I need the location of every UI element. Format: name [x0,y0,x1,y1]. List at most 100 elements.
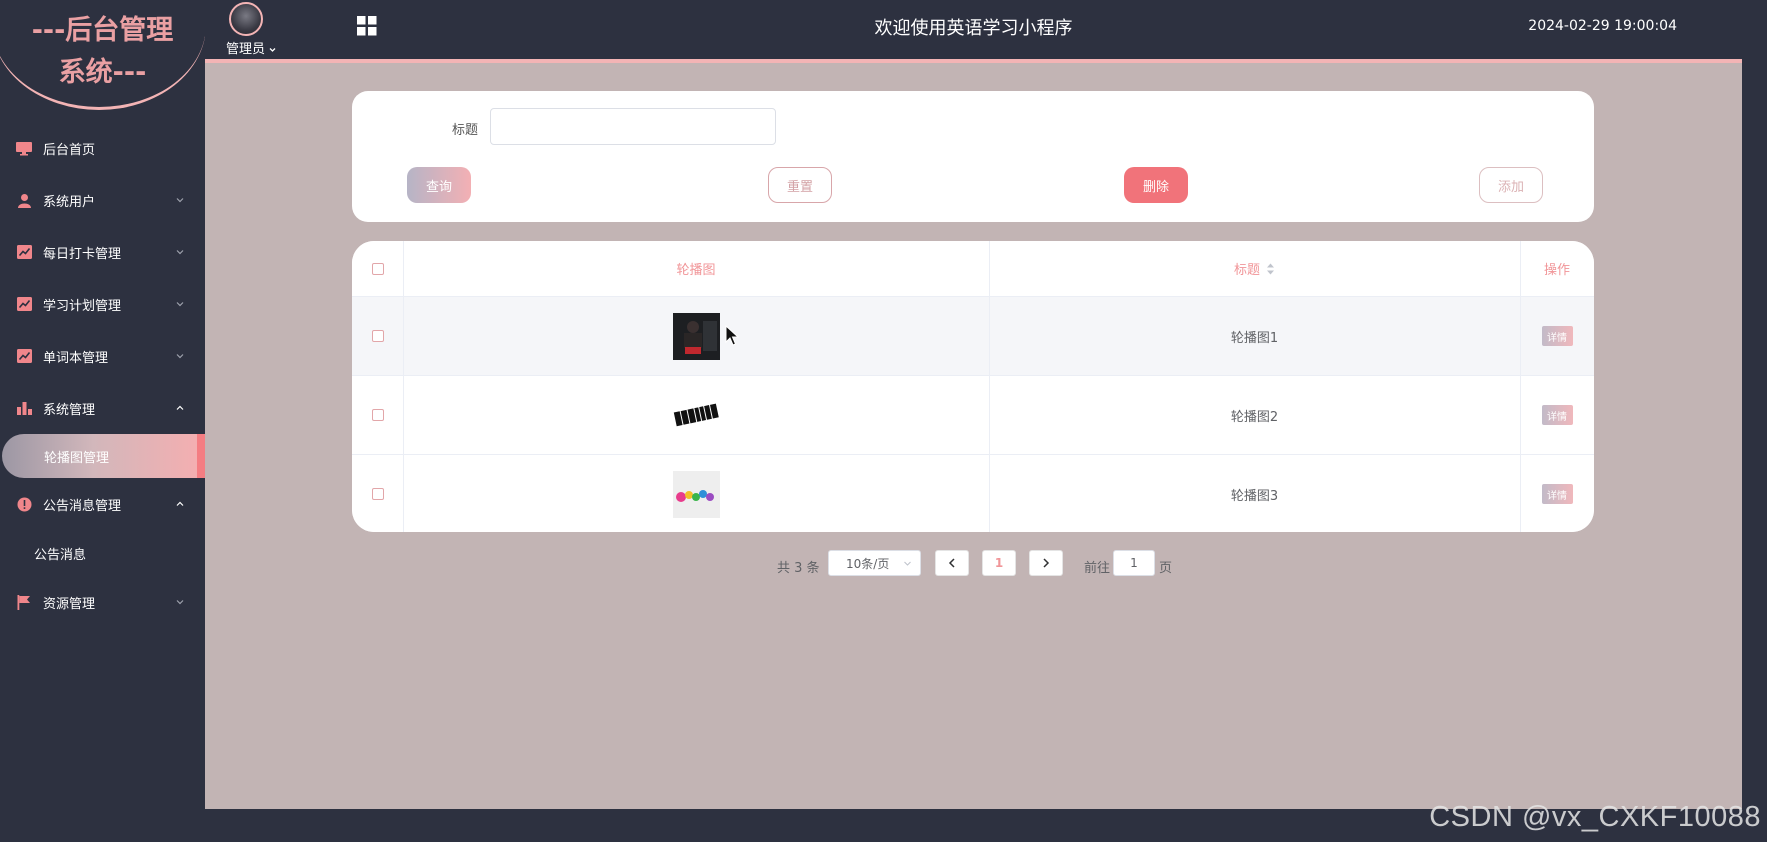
admin-label: 管理员 [226,42,266,57]
chevron-down-icon [176,302,184,307]
carousel-thumbnail[interactable] [672,312,720,360]
add-button[interactable]: 添加 [1479,167,1543,203]
next-page-button[interactable] [1029,550,1063,576]
mouse-cursor-icon [725,325,739,346]
watermark: CSDN @vx_CXKF10088 [1429,801,1761,833]
action-cell: 详情 [1520,455,1594,532]
logo-line-2: 系统--- [58,57,147,88]
row-select-cell [352,455,403,532]
monitor-icon [16,140,32,156]
logo-text: ---后台管理 系统--- [0,10,205,94]
main-content: 标题 查询 重置 删除 添加 轮播图 标题 操作 轮播图1 详情 轮播图2 详情… [205,63,1742,809]
admin-dropdown[interactable]: 管理员 [226,38,276,57]
sidebar-item-system-users[interactable]: 系统用户 [0,174,205,226]
action-cell: 详情 [1520,297,1594,375]
sidebar-item-label: 轮播图管理 [44,450,110,466]
sidebar-item-wordbook[interactable]: 单词本管理 [0,330,205,382]
table-row: 轮播图3 详情 [352,455,1594,532]
logo-line-1: ---后台管理 [31,15,174,46]
table-row: 轮播图2 详情 [352,376,1594,455]
carousel-thumbnail[interactable] [672,391,720,439]
column-divider [403,241,404,532]
caret-down-icon [269,48,276,52]
goto-page-input[interactable] [1113,550,1155,576]
row-select-cell [352,376,403,454]
page-title: 欢迎使用英语学习小程序 [874,18,1073,39]
page-suffix-label: 页 [1159,561,1173,576]
title-search-input[interactable] [490,108,776,145]
pagination: 共 3 条 10条/页 1 前往 页 [205,550,1742,580]
row-checkbox[interactable] [371,330,384,342]
select-all-checkbox[interactable] [371,262,384,275]
sidebar-item-carousel-management[interactable]: 轮播图管理 [2,434,205,478]
image-cell [403,455,989,532]
column-divider [1520,241,1521,532]
title-cell: 轮播图2 [1230,409,1279,425]
flag-icon [16,594,32,610]
row-checkbox[interactable] [371,488,384,500]
page-size-select[interactable]: 10条/页 [828,550,921,576]
sidebar-menu: 后台首页 系统用户 每日打卡管理 学习计划管理 单词本管理 系统管理 轮播图管理… [0,122,205,628]
chevron-down-icon [904,561,911,566]
chart-line-icon [16,244,32,260]
logo: ---后台管理 系统--- [0,0,206,112]
column-header-action: 操作 [1543,263,1570,278]
sidebar-item-home[interactable]: 后台首页 [0,122,205,174]
sidebar-item-resources[interactable]: 资源管理 [0,576,205,628]
chevron-up-icon [176,405,184,410]
chevron-down-icon [176,354,184,359]
sidebar-item-system-management[interactable]: 系统管理 [0,382,205,434]
column-header-image: 轮播图 [676,263,716,278]
sidebar-item-notice-management[interactable]: 公告消息管理 [0,478,205,530]
sidebar-item-label: 系统用户 [43,194,96,210]
sidebar-item-notice[interactable]: 公告消息 [0,530,205,576]
detail-button[interactable]: 详情 [1541,484,1573,504]
info-icon [16,496,32,512]
reset-button[interactable]: 重置 [768,167,832,203]
sidebar-item-label: 后台首页 [43,142,96,158]
pagination-total: 共 3 条 [777,561,820,576]
action-cell: 详情 [1520,376,1594,454]
sidebar: ---后台管理 系统--- 后台首页 系统用户 每日打卡管理 学习计划管理 单词… [0,0,206,842]
page-size-value: 10条/页 [846,556,890,571]
image-cell [403,297,989,375]
delete-button[interactable]: 删除 [1124,167,1188,203]
select-all-cell [352,241,403,296]
query-button[interactable]: 查询 [407,167,471,203]
sidebar-item-daily-checkin[interactable]: 每日打卡管理 [0,226,205,278]
sidebar-item-label: 学习计划管理 [43,298,122,314]
sidebar-item-label: 公告消息 [34,547,87,563]
detail-button[interactable]: 详情 [1541,405,1573,425]
top-header: 管理员 欢迎使用英语学习小程序 2024-02-29 19:00:04 [205,0,1742,63]
datetime: 2024-02-29 19:00:04 [1528,18,1677,34]
current-page-button[interactable]: 1 [982,550,1016,576]
title-label: 标题 [452,123,479,138]
sidebar-item-label: 资源管理 [43,596,96,612]
user-icon [16,192,32,208]
table-header: 轮播图 标题 操作 [352,241,1594,297]
sidebar-item-study-plan[interactable]: 学习计划管理 [0,278,205,330]
data-table: 轮播图 标题 操作 轮播图1 详情 轮播图2 详情 轮播图3 详情 [352,241,1594,532]
chart-line-icon [16,348,32,364]
search-panel: 标题 查询 重置 删除 添加 [352,91,1594,222]
chevron-down-icon [176,600,184,605]
sidebar-item-label: 每日打卡管理 [43,246,122,262]
title-cell: 轮播图1 [1230,330,1279,346]
sort-icon[interactable] [1266,262,1275,276]
goto-label: 前往 [1084,561,1111,576]
row-checkbox[interactable] [371,409,384,421]
image-cell [403,376,989,454]
column-header-title[interactable]: 标题 [989,241,1520,296]
column-divider [989,241,990,532]
row-select-cell [352,297,403,375]
sidebar-item-label: 公告消息管理 [43,498,122,514]
sidebar-item-label: 系统管理 [43,402,96,418]
carousel-thumbnail[interactable] [672,470,720,518]
column-header-title-label: 标题 [1233,263,1260,278]
chevron-right-icon [1043,558,1050,568]
chevron-down-icon [176,250,184,255]
prev-page-button[interactable] [935,550,969,576]
chevron-left-icon [948,558,955,568]
detail-button[interactable]: 详情 [1541,326,1573,346]
bar-chart-icon [16,400,32,416]
